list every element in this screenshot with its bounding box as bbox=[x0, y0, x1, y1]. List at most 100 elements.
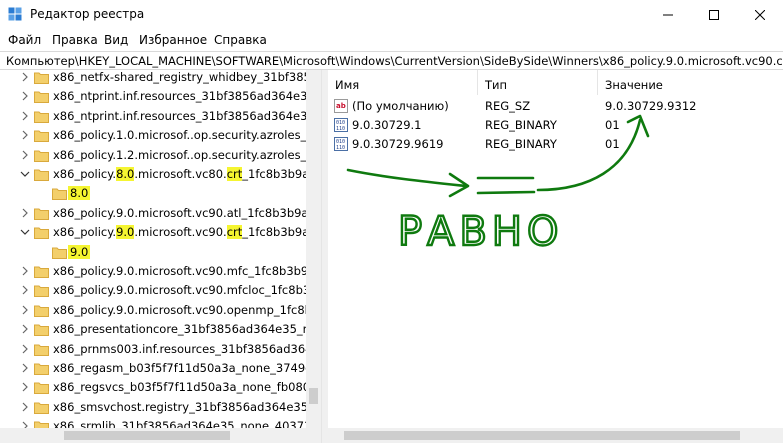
tree-item[interactable]: x86_ntprint.inf.resources_31bf3856ad364e… bbox=[0, 87, 321, 106]
pane-splitter[interactable] bbox=[321, 70, 328, 443]
chevron-right-icon[interactable] bbox=[19, 381, 31, 393]
column-header-name[interactable]: Имя bbox=[328, 70, 478, 95]
tree-item-label: x86_policy.9.0.microsoft.vc90.crt_1fc8b3… bbox=[53, 225, 321, 240]
value-name: 9.0.30729.9619 bbox=[352, 137, 444, 151]
maximize-button[interactable] bbox=[691, 0, 737, 30]
tree-item-label: 9.0 bbox=[68, 244, 91, 259]
menu-view[interactable]: Вид bbox=[104, 33, 128, 47]
tree-item-label: 8.0 bbox=[68, 186, 91, 201]
value-name: 9.0.30729.1 bbox=[352, 118, 422, 132]
column-header-data[interactable]: Значение bbox=[598, 70, 783, 95]
minimize-button[interactable] bbox=[645, 0, 691, 30]
menu-file[interactable]: Файл bbox=[8, 33, 41, 47]
tree-item-label: x86_regsvcs_b03f5f7f11d50a3a_none_fb0801… bbox=[53, 380, 321, 395]
close-button[interactable] bbox=[737, 0, 783, 30]
string-value-icon: ab bbox=[334, 99, 348, 113]
chevron-right-icon[interactable] bbox=[19, 265, 31, 277]
folder-icon bbox=[34, 130, 49, 143]
chevron-right-icon[interactable] bbox=[19, 110, 31, 122]
regedit-app-icon bbox=[8, 7, 22, 21]
folder-icon bbox=[34, 324, 49, 337]
tree-item-label: x86_presentationcore_31bf3856ad364e35_no… bbox=[53, 322, 321, 337]
value-type: REG_BINARY bbox=[485, 118, 557, 132]
chevron-right-icon[interactable] bbox=[19, 323, 31, 335]
chevron-right-icon[interactable] bbox=[19, 343, 31, 355]
tree-item[interactable]: x86_policy.9.0.microsoft.vc90.atl_1fc8b3… bbox=[0, 204, 321, 223]
folder-icon bbox=[34, 363, 49, 375]
menu-favorites[interactable]: Избранное bbox=[139, 33, 207, 47]
tree-item-label: x86_policy.9.0.microsoft.vc90.mfcloc_1fc… bbox=[53, 283, 321, 298]
tree-item[interactable]: x86_policy.1.2.microsof..op.security.azr… bbox=[0, 146, 321, 165]
folder-icon bbox=[52, 247, 67, 259]
highlight-mark: crt bbox=[226, 225, 243, 240]
minimize-icon bbox=[663, 14, 673, 16]
column-header-type[interactable]: Тип bbox=[478, 70, 598, 95]
tree-child-item[interactable]: 9.0 bbox=[0, 243, 306, 262]
maximize-icon bbox=[709, 10, 719, 20]
chevron-right-icon[interactable] bbox=[19, 362, 31, 374]
value-type: REG_SZ bbox=[485, 99, 531, 113]
binary-value-icon: 010 110 bbox=[334, 118, 348, 132]
tree-item[interactable]: x86_presentationcore_31bf3856ad364e35_no… bbox=[0, 320, 321, 339]
svg-text:110: 110 bbox=[336, 126, 345, 132]
chevron-right-icon[interactable] bbox=[19, 304, 31, 316]
address-bar[interactable]: Компьютер\HKEY_LOCAL_MACHINE\SOFTWARE\Mi… bbox=[0, 51, 783, 70]
tree-item[interactable]: x86_policy.9.0.microsoft.vc90.crt_1fc8b3… bbox=[0, 223, 321, 242]
tree-item-label: x86_policy.9.0.microsoft.vc90.openmp_1fc… bbox=[53, 302, 321, 317]
close-icon bbox=[755, 10, 765, 20]
tree-item[interactable]: x86_policy.9.0.microsoft.vc90.mfc_1fc8b3… bbox=[0, 262, 321, 281]
chevron-down-icon[interactable] bbox=[19, 168, 31, 180]
value-row[interactable]: 010 110 9.0.30729.1 REG_BINARY 01 bbox=[328, 116, 783, 135]
chevron-down-icon[interactable] bbox=[19, 226, 31, 238]
folder-icon bbox=[34, 111, 49, 123]
tree-item[interactable]: x86_regsvcs_b03f5f7f11d50a3a_none_fb0801… bbox=[0, 378, 321, 397]
tree-item-label: x86_smsvchost.registry_31bf3856ad364e35_… bbox=[53, 399, 321, 414]
tree-horizontal-scroll-thumb[interactable] bbox=[64, 431, 230, 440]
chevron-right-icon[interactable] bbox=[19, 207, 31, 219]
equals-line-bottom bbox=[476, 190, 536, 195]
registry-tree[interactable]: x86_netfx-shared_registry_whidbey_31bf38… bbox=[0, 70, 321, 443]
tree-item[interactable]: x86_regasm_b03f5f7f11d50a3a_none_3749e92… bbox=[0, 359, 321, 378]
chevron-right-icon[interactable] bbox=[19, 284, 31, 296]
values-horizontal-scrollbar[interactable] bbox=[328, 428, 783, 443]
folder-icon bbox=[34, 169, 49, 181]
folder-icon bbox=[34, 208, 49, 220]
tree-item[interactable]: x86_smsvchost.registry_31bf3856ad364e35_… bbox=[0, 398, 321, 417]
menu-edit[interactable]: Правка bbox=[52, 33, 98, 47]
address-path: Компьютер\HKEY_LOCAL_MACHINE\SOFTWARE\Mi… bbox=[6, 54, 783, 68]
tree-child-item[interactable]: 8.0 bbox=[0, 184, 306, 203]
tree-item-label: x86_prnms003.inf.resources_31bf3856ad364… bbox=[53, 341, 321, 356]
value-row[interactable]: ab (По умолчанию) REG_SZ 9.0.30729.9312 bbox=[328, 97, 783, 116]
chevron-right-icon[interactable] bbox=[19, 71, 31, 83]
tree-item[interactable]: x86_ntprint.inf.resources_31bf3856ad364e… bbox=[0, 107, 321, 126]
tree-vertical-scroll-thumb[interactable] bbox=[309, 388, 318, 404]
annotation-text: РАВНО bbox=[398, 209, 564, 255]
tree-item-label: x86_netfx-shared_registry_whidbey_31bf38… bbox=[53, 70, 321, 84]
values-list[interactable]: Имя Тип Значение ab (По умолчанию) REG_S… bbox=[328, 70, 783, 443]
value-row[interactable]: 010 110 9.0.30729.9619 REG_BINARY 01 bbox=[328, 135, 783, 154]
tree-horizontal-scrollbar[interactable] bbox=[0, 428, 321, 443]
chevron-right-icon[interactable] bbox=[19, 401, 31, 413]
tree-item[interactable]: x86_policy.9.0.microsoft.vc90.openmp_1fc… bbox=[0, 301, 321, 320]
svg-text:ab: ab bbox=[336, 102, 346, 110]
tree-item[interactable]: x86_prnms003.inf.resources_31bf3856ad364… bbox=[0, 340, 321, 359]
tree-item[interactable]: x86_netfx-shared_registry_whidbey_31bf38… bbox=[0, 70, 321, 87]
folder-icon bbox=[34, 344, 49, 356]
tree-vertical-scrollbar[interactable] bbox=[306, 70, 321, 428]
tree-item-label: x86_policy.9.0.microsoft.vc90.atl_1fc8b3… bbox=[53, 205, 321, 220]
chevron-right-icon[interactable] bbox=[19, 149, 31, 161]
chevron-right-icon[interactable] bbox=[19, 129, 31, 141]
tree-item-label: x86_regasm_b03f5f7f11d50a3a_none_3749e92… bbox=[53, 361, 321, 375]
arrow-left-head bbox=[448, 172, 470, 198]
chevron-right-icon[interactable] bbox=[19, 90, 31, 102]
menu-help[interactable]: Справка bbox=[214, 33, 267, 47]
folder-icon bbox=[34, 91, 49, 104]
values-horizontal-scroll-thumb[interactable] bbox=[344, 431, 740, 440]
tree-item[interactable]: x86_policy.9.0.microsoft.vc90.mfcloc_1fc… bbox=[0, 281, 321, 300]
window-title: Редактор реестра bbox=[30, 7, 145, 21]
tree-item[interactable]: x86_policy.8.0.microsoft.vc80.crt_1fc8b3… bbox=[0, 165, 321, 184]
highlight-mark: 8.0 bbox=[116, 167, 135, 181]
folder-icon bbox=[34, 402, 49, 414]
folder-icon bbox=[52, 188, 67, 201]
tree-item[interactable]: x86_policy.1.0.microsof..op.security.azr… bbox=[0, 126, 321, 145]
